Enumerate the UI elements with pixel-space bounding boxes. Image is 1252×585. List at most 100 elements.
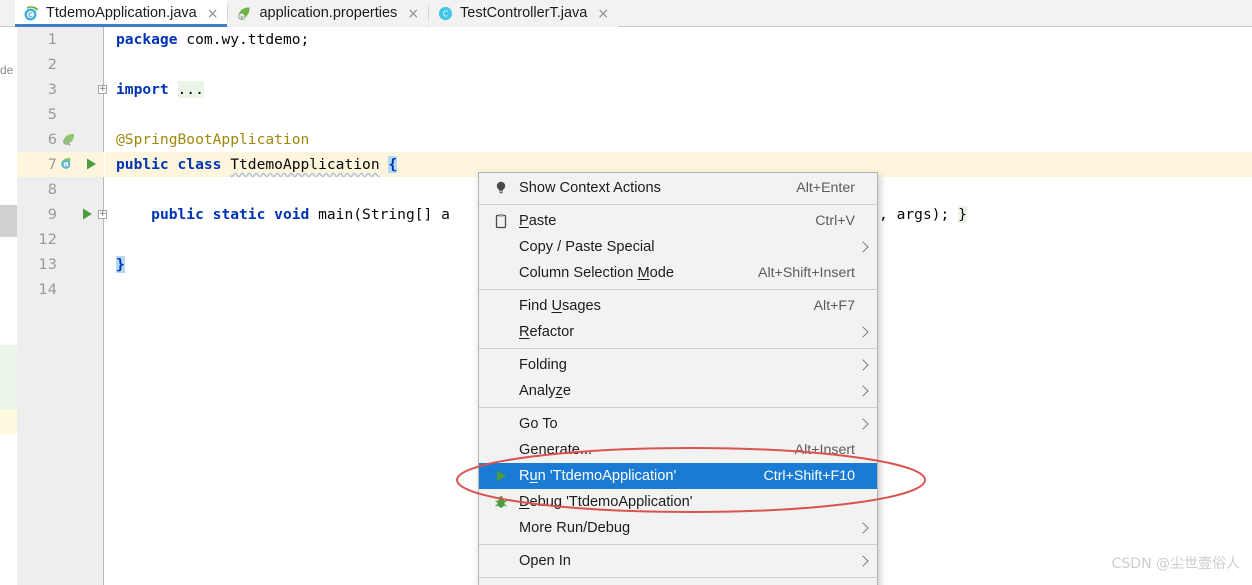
line-number: 9 xyxy=(47,206,57,223)
run-arrow-icon xyxy=(493,468,509,484)
menu-separator xyxy=(479,577,877,578)
tab-label: TtdemoApplication.java xyxy=(46,5,197,22)
menu-item-run-ttdemoapplication[interactable]: Run 'TtdemoApplication' Ctrl+Shift+F10 xyxy=(479,463,877,489)
lightbulb-icon xyxy=(493,180,509,196)
menu-item-refactor[interactable]: Refactor xyxy=(479,319,877,345)
tab-application-properties[interactable]: o application.properties × xyxy=(228,0,429,27)
menu-item-label: Show Context Actions xyxy=(519,180,661,196)
menu-item-label: Refactor xyxy=(519,324,575,340)
gutter-row: 3 xyxy=(17,77,104,102)
java-class-icon: C xyxy=(437,5,454,22)
svg-text:c: c xyxy=(65,162,67,167)
menu-item-shortcut: Alt+F7 xyxy=(813,298,855,314)
editor-context-menu[interactable]: Show Context Actions Alt+Enter Paste Ctr… xyxy=(478,172,878,585)
menu-separator xyxy=(479,544,877,545)
spring-bean-icon[interactable] xyxy=(61,131,77,147)
code-line-6: @SpringBootApplication xyxy=(105,127,1252,152)
code-token: , args); xyxy=(879,206,959,223)
gutter-row: 8 xyxy=(17,177,104,202)
menu-item-folding[interactable]: Folding xyxy=(479,352,877,378)
menu-item-label: Analyze xyxy=(519,383,571,399)
chevron-right-icon xyxy=(857,385,869,397)
modified-lines-marker xyxy=(0,409,17,435)
tab-testcontrollert-java[interactable]: C TestControllerT.java × xyxy=(429,0,619,27)
menu-item-debug-ttdemoapplication[interactable]: Debug 'TtdemoApplication' xyxy=(479,489,877,515)
close-icon[interactable]: × xyxy=(597,7,609,21)
menu-item-show-context-actions[interactable]: Show Context Actions Alt+Enter xyxy=(479,175,877,201)
line-number: 8 xyxy=(47,181,57,198)
menu-item-column-selection-mode[interactable]: Column Selection Mode Alt+Shift+Insert xyxy=(479,260,877,286)
gutter-row: 12 xyxy=(17,227,104,252)
code-token-brace: } xyxy=(116,256,125,273)
menu-item-label: Go To xyxy=(519,416,558,432)
code-line-1: package com.wy.ttdemo; xyxy=(105,27,1252,52)
menu-item-shortcut: Ctrl+V xyxy=(815,213,855,229)
menu-item-find-usages[interactable]: Find Usages Alt+F7 xyxy=(479,293,877,319)
code-token: public static void xyxy=(151,206,310,223)
menu-item-label: Open In xyxy=(519,553,571,569)
gutter-row: 14 xyxy=(17,277,104,302)
svg-text:C: C xyxy=(443,9,449,18)
added-lines-marker xyxy=(0,345,17,409)
menu-item-shortcut: Alt+Enter xyxy=(796,180,855,196)
line-number: 7 xyxy=(47,156,57,173)
menu-item-generate[interactable]: Generate... Alt+Insert xyxy=(479,437,877,463)
folded-brace[interactable]: } xyxy=(958,206,967,223)
menu-item-label: Paste xyxy=(519,213,557,229)
chevron-right-icon xyxy=(857,555,869,567)
menu-item-open-in[interactable]: Open In xyxy=(479,548,877,574)
scrollbar-thumb-marker[interactable] xyxy=(0,205,17,237)
code-token: com.wy.ttdemo; xyxy=(177,31,310,48)
menu-separator xyxy=(479,348,877,349)
menu-item-go-to[interactable]: Go To xyxy=(479,411,877,437)
chevron-right-icon xyxy=(857,522,869,534)
close-icon[interactable]: × xyxy=(407,7,419,21)
gutter-row: 2 xyxy=(17,52,104,77)
line-number: 6 xyxy=(47,131,57,148)
run-arrow-icon[interactable] xyxy=(79,206,95,222)
tab-strip-left-pad xyxy=(0,0,15,26)
code-token: main(String[] a xyxy=(309,206,450,223)
tab-label: TestControllerT.java xyxy=(460,5,588,22)
watermark: CSDN @尘世壹俗人 xyxy=(1111,556,1240,572)
code-token-annotation: @SpringBootApplication xyxy=(116,131,310,148)
close-icon[interactable]: × xyxy=(207,7,219,21)
menu-item-more-run-debug[interactable]: More Run/Debug xyxy=(479,515,877,541)
fold-toggle-icon[interactable]: + xyxy=(98,210,107,219)
spring-boot-class-icon: C xyxy=(23,5,40,22)
menu-item-label: Find Usages xyxy=(519,298,601,314)
menu-item-label: Folding xyxy=(519,357,567,373)
menu-item-copy-paste-special[interactable]: Copy / Paste Special xyxy=(479,234,877,260)
svg-text:C: C xyxy=(28,12,32,19)
chevron-right-icon xyxy=(857,359,869,371)
gutter-row-current: 7 c xyxy=(17,152,104,177)
editor-gutter[interactable]: 1 2 3 5 6 7 c 8 9 12 13 14 xyxy=(17,27,104,585)
code-token: import xyxy=(116,81,169,98)
fold-toggle-icon[interactable]: + xyxy=(98,85,107,94)
menu-item-label: More Run/Debug xyxy=(519,520,631,536)
tool-window-side-label: de xyxy=(0,63,14,77)
menu-item-local-history[interactable]: Local History xyxy=(479,581,877,585)
clipboard-icon xyxy=(493,213,509,229)
chevron-right-icon xyxy=(857,241,869,253)
code-token: public class xyxy=(116,156,222,173)
code-token-brace: { xyxy=(388,156,398,173)
spring-boot-run-icon[interactable]: c xyxy=(59,156,75,172)
line-number: 14 xyxy=(38,281,57,298)
gutter-row: 5 xyxy=(17,102,104,127)
menu-item-analyze[interactable]: Analyze xyxy=(479,378,877,404)
tab-ttdemoapplication-java[interactable]: C TtdemoApplication.java × xyxy=(15,0,228,27)
code-token-classname: TtdemoApplication xyxy=(230,156,380,173)
menu-item-label: Copy / Paste Special xyxy=(519,239,655,255)
chevron-right-icon xyxy=(857,418,869,430)
folded-imports[interactable]: ... xyxy=(177,81,204,98)
menu-item-paste[interactable]: Paste Ctrl+V xyxy=(479,208,877,234)
menu-item-label: Column Selection Mode xyxy=(519,265,674,281)
line-number: 1 xyxy=(47,31,57,48)
run-arrow-icon[interactable] xyxy=(83,156,99,172)
menu-item-label: Debug 'TtdemoApplication' xyxy=(519,494,693,510)
gutter-row: 13 xyxy=(17,252,104,277)
